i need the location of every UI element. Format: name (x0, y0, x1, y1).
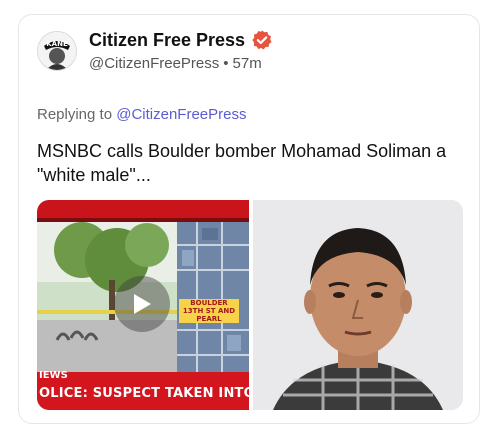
post-text: MSNBC calls Boulder bomber Mohamad Solim… (37, 141, 447, 185)
post-card[interactable]: KANE Citizen Free Press @CitizenFreePres… (18, 14, 480, 424)
reply-handle-link[interactable]: @CitizenFreePress (116, 106, 246, 123)
video-thumbnail[interactable]: BOULDER 13TH ST AND PEARL IEWS OLICE: SU… (37, 200, 249, 410)
post-time[interactable]: 57m (233, 55, 262, 72)
reply-prefix: Replying to (37, 106, 113, 123)
meta-separator: • (223, 55, 229, 72)
avatar[interactable]: KANE (37, 31, 77, 71)
avatar-text: KANE (46, 40, 68, 48)
news-label: IEWS (39, 370, 68, 381)
map-label-line2: 13TH ST AND PEARL (182, 307, 236, 323)
post-media: BOULDER 13TH ST AND PEARL IEWS OLICE: SU… (37, 200, 463, 410)
author-name[interactable]: Citizen Free Press (89, 30, 245, 51)
portrait-photo (253, 200, 463, 410)
play-button[interactable] (114, 276, 170, 332)
map-location-label: BOULDER 13TH ST AND PEARL (179, 299, 239, 323)
play-icon (134, 294, 151, 314)
news-headline: OLICE: SUSPECT TAKEN INTO CUSTOD (39, 386, 249, 401)
verified-badge-icon (252, 30, 272, 50)
author-meta: @CitizenFreePress • 57m (89, 55, 262, 72)
map-label-line1: BOULDER (190, 299, 228, 307)
avatar-image: KANE (38, 32, 76, 70)
portrait-image[interactable] (253, 200, 463, 410)
reply-context: Replying to @CitizenFreePress (37, 106, 246, 123)
author-handle[interactable]: @CitizenFreePress (89, 55, 219, 72)
